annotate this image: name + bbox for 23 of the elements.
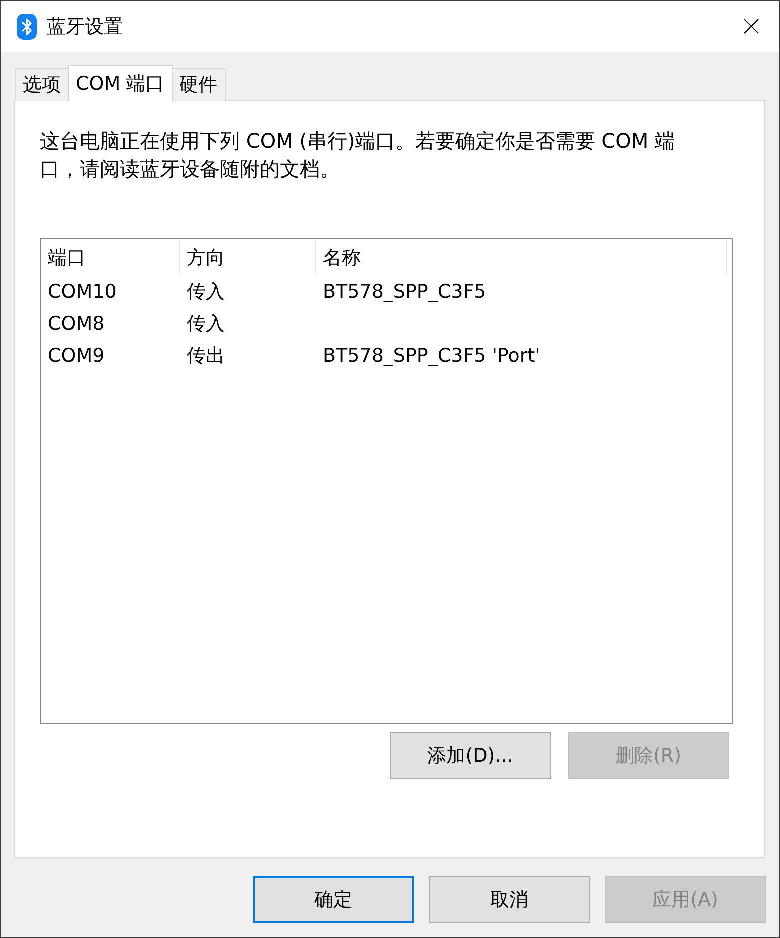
table-cell: 传入 [187,313,225,335]
bluetooth-icon [17,14,37,40]
close-icon [744,19,759,34]
tab[interactable]: 选项 [15,68,69,101]
description-text: 这台电脑正在使用下列 COM (串行)端口。若要确定你是否需要 COM 端口，请阅读蓝牙设备随附的文档。 [40,128,676,183]
table-cell: BT578_SPP_C3F5 'Port' [323,345,540,367]
table-cell: BT578_SPP_C3F5 [323,281,486,303]
tab[interactable]: 硬件 [172,68,226,101]
table-cell: COM10 [48,281,117,303]
table-cell: 传出 [187,345,225,367]
tab[interactable]: COM 端口 [68,65,173,102]
list-button[interactable]: 添加(D)... [390,732,551,779]
port-list[interactable]: 端口 方向 名称 COM10 传入 BT578_SPP_C3F5 COM8 传入 COM9 传出 BT578_SPP_C3F5 'Port' [40,238,733,724]
table-cell: 传入 [187,281,225,303]
column-header[interactable]: 方向 [180,240,316,274]
dialog-button[interactable]: 取消 [429,876,590,923]
column-header[interactable]: 名称 [316,240,727,274]
dialog-button[interactable]: 确定 [253,876,414,923]
window-title: 蓝牙设置 [47,14,123,40]
table-cell: COM8 [48,313,105,335]
close-button[interactable] [744,19,759,34]
table-cell: COM9 [48,345,105,367]
column-header[interactable]: 端口 [41,240,180,274]
